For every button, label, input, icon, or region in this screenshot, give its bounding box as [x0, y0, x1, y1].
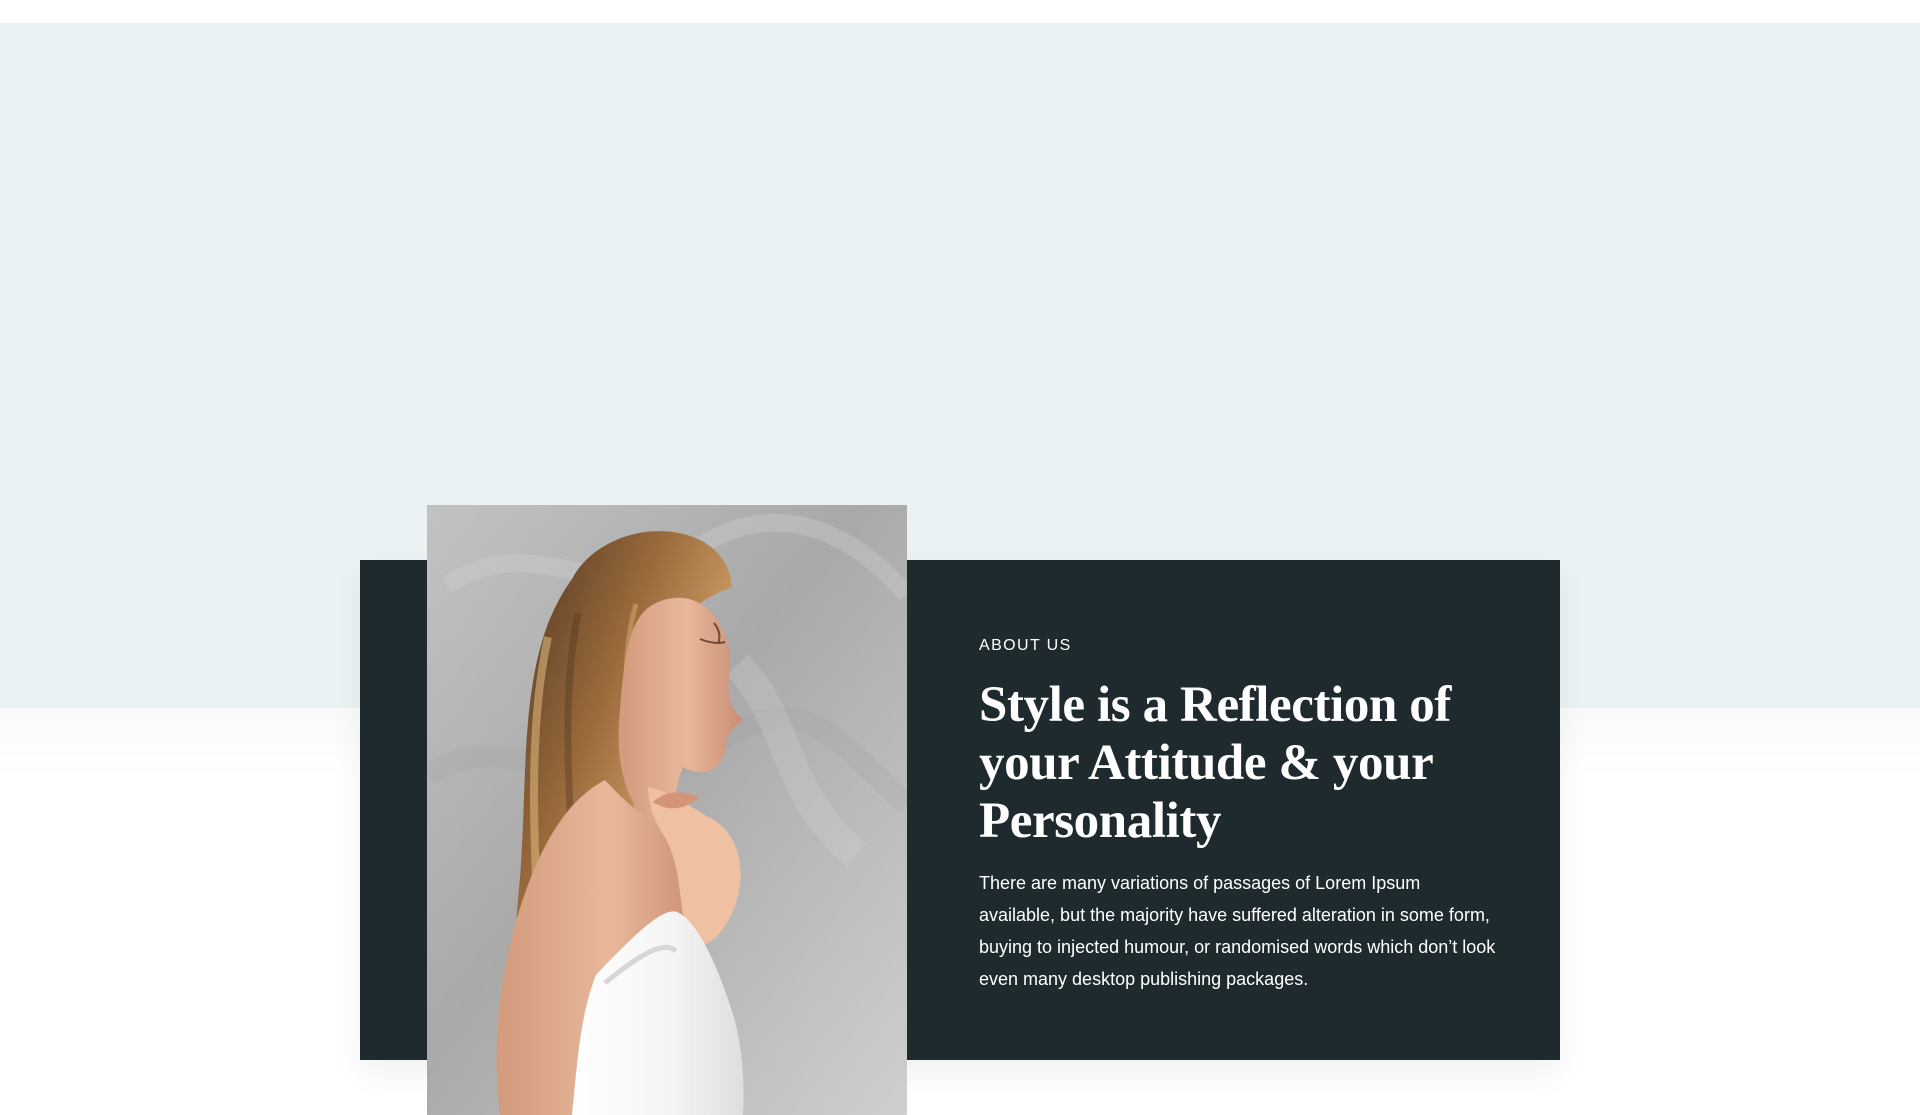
about-description: There are many variations of passages of… [979, 873, 1496, 989]
top-white-band [0, 0, 1920, 23]
woman-portrait-image [427, 505, 907, 1115]
section-eyebrow: ABOUT US [979, 637, 1072, 654]
about-page: ABOUT US Style is a Reflection of your A… [0, 0, 1920, 1115]
about-image [427, 505, 907, 1115]
about-title: Style is a Reflection of your Attitude &… [979, 677, 1451, 849]
about-content: ABOUT US Style is a Reflection of your A… [979, 636, 1499, 995]
